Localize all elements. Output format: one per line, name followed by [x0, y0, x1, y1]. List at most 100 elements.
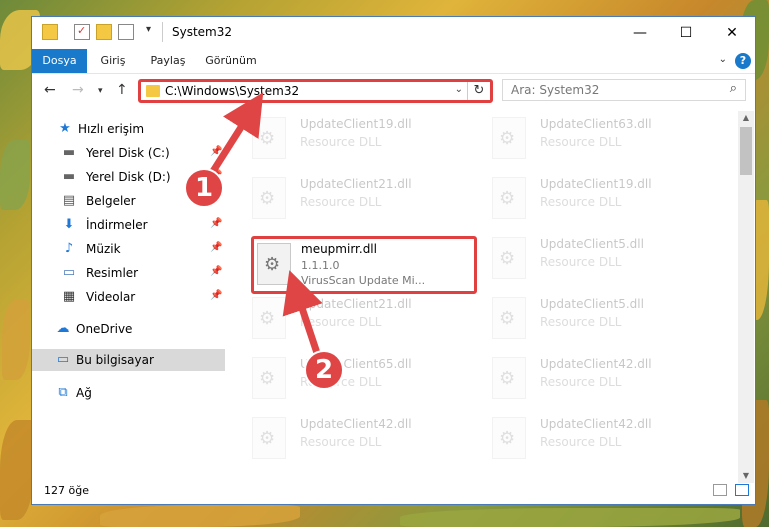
sidebar-item-label: Resimler: [86, 266, 139, 280]
pin-icon[interactable]: 📌: [210, 266, 222, 277]
pin-icon[interactable]: 📌: [210, 242, 222, 253]
scroll-up-icon[interactable]: ▲: [738, 111, 754, 125]
help-icon[interactable]: ?: [735, 53, 751, 69]
music-icon: ♪: [64, 241, 74, 256]
file-name: UpdateClient42.dll: [540, 357, 652, 371]
address-bar[interactable]: C:\Windows\System32 ⌄ ↻: [138, 79, 493, 103]
file-item[interactable]: ⚙ UpdateClient42.dll Resource DLL: [492, 415, 712, 465]
file-name: UpdateClient19.dll: [540, 177, 652, 191]
maximize-button[interactable]: ☐: [663, 17, 709, 49]
back-arrow-icon[interactable]: ←: [44, 82, 56, 98]
cloud-icon: ☁: [56, 321, 70, 336]
file-name: UpdateClient19.dll: [300, 117, 412, 131]
file-name: meupmirr.dll: [301, 242, 377, 256]
file-description: Resource DLL: [300, 195, 382, 209]
quick-access-dropdown-icon[interactable]: ▾: [146, 24, 151, 35]
sidebar-item-network[interactable]: ⧉ Ağ: [32, 382, 225, 404]
file-version: 1.1.1.0: [301, 259, 340, 272]
item-count: 127 öğe: [44, 484, 89, 497]
file-description: Resource DLL: [300, 315, 382, 329]
file-item[interactable]: ⚙ UpdateClient65.dll Resource DLL: [252, 355, 472, 405]
sidebar-item-music[interactable]: ♪ Müzik 📌: [32, 238, 225, 260]
sidebar-item-pictures[interactable]: ▭ Resimler 📌: [32, 262, 225, 284]
dll-file-icon: ⚙: [492, 237, 526, 279]
forward-arrow-icon[interactable]: →: [72, 82, 84, 98]
sidebar-item-label: Videolar: [86, 290, 136, 304]
folder-icon: [42, 24, 58, 40]
sidebar-item-label: Belgeler: [86, 194, 136, 208]
large-icons-view-icon[interactable]: [735, 484, 749, 496]
explorer-window: ✓ ▾ System32 — ☐ ✕ Dosya Giriş Paylaş Gö…: [31, 16, 756, 505]
tab-home[interactable]: Giriş: [90, 49, 136, 73]
file-item[interactable]: ⚙ UpdateClient5.dll Resource DLL: [492, 235, 712, 285]
close-button[interactable]: ✕: [709, 17, 755, 49]
sidebar-item-downloads[interactable]: ⬇ İndirmeler 📌: [32, 214, 225, 236]
title-divider: [162, 22, 163, 42]
pin-icon[interactable]: 📌: [210, 290, 222, 301]
sidebar-item-videos[interactable]: ▦ Videolar 📌: [32, 286, 225, 308]
sidebar-item-this-pc[interactable]: ▭ Bu bilgisayar: [32, 349, 225, 371]
file-item[interactable]: ⚙ UpdateClient5.dll Resource DLL: [492, 295, 712, 345]
details-view-icon[interactable]: [713, 484, 727, 496]
properties-icon[interactable]: ✓: [74, 24, 90, 40]
file-item[interactable]: ⚙ UpdateClient21.dll Resource DLL: [252, 295, 472, 345]
refresh-icon[interactable]: ↻: [467, 82, 490, 100]
tab-share[interactable]: Paylaş: [142, 49, 194, 73]
recent-locations-icon[interactable]: ▾: [98, 86, 103, 96]
sidebar-item-label: Müzik: [86, 242, 121, 256]
file-description: Resource DLL: [540, 315, 622, 329]
scrollbar-thumb[interactable]: [740, 127, 752, 175]
sidebar-item-label: İndirmeler: [86, 218, 148, 232]
highlighted-file-item[interactable]: ⚙ meupmirr.dll 1.1.1.0 VirusScan Update …: [251, 236, 477, 294]
ribbon-expand-icon[interactable]: ⌄: [719, 54, 727, 65]
file-name: UpdateClient21.dll: [300, 297, 412, 311]
tab-file[interactable]: Dosya: [32, 49, 87, 73]
file-description: Resource DLL: [540, 255, 622, 269]
file-item[interactable]: ⚙ UpdateClient63.dll Resource DLL: [492, 115, 712, 165]
sidebar-item-label: Yerel Disk (C:): [86, 146, 170, 160]
computer-icon: ▭: [56, 352, 70, 367]
file-item[interactable]: ⚙ UpdateClient21.dll Resource DLL: [252, 175, 472, 225]
sidebar-item-local-disk-c[interactable]: ▬ Yerel Disk (C:) 📌: [32, 142, 225, 164]
file-description: VirusScan Update Mi...: [301, 274, 426, 287]
file-item[interactable]: ⚙ UpdateClient42.dll Resource DLL: [492, 355, 712, 405]
sidebar-item-onedrive[interactable]: ☁ OneDrive: [32, 318, 225, 340]
dll-file-icon: ⚙: [252, 417, 286, 459]
new-folder-icon[interactable]: [96, 24, 112, 40]
dll-file-icon: ⚙: [492, 417, 526, 459]
sidebar-item-quick-access[interactable]: ★ Hızlı erişim: [32, 118, 225, 140]
sidebar-item-label: Bu bilgisayar: [76, 353, 154, 367]
up-arrow-icon[interactable]: ↑: [116, 82, 128, 98]
ribbon-tabs: Dosya Giriş Paylaş Görünüm ⌄ ?: [32, 49, 755, 74]
file-description: Resource DLL: [540, 375, 622, 389]
search-input[interactable]: Ara: System32 ⌕: [502, 79, 746, 101]
address-dropdown-icon[interactable]: ⌄: [455, 84, 463, 95]
navigation-pane: ★ Hızlı erişim ▬ Yerel Disk (C:) 📌 ▬ Yer…: [32, 111, 225, 471]
download-icon: ⬇: [63, 217, 75, 232]
dll-file-icon: ⚙: [492, 297, 526, 339]
dll-file-icon: ⚙: [252, 357, 286, 399]
file-description: Resource DLL: [540, 435, 622, 449]
title-bar: ✓ ▾ System32 — ☐ ✕: [32, 17, 755, 49]
minimize-button[interactable]: —: [617, 17, 663, 49]
file-name: UpdateClient63.dll: [540, 117, 652, 131]
step-2-badge: 2: [304, 350, 344, 390]
tab-view[interactable]: Görünüm: [200, 49, 262, 73]
address-path[interactable]: C:\Windows\System32: [165, 84, 299, 98]
sidebar-item-label: OneDrive: [76, 322, 133, 336]
customize-toolbar-icon[interactable]: [118, 24, 134, 40]
file-item[interactable]: ⚙ UpdateClient42.dll Resource DLL: [252, 415, 472, 465]
file-item[interactable]: ⚙ UpdateClient19.dll Resource DLL: [492, 175, 712, 225]
pictures-icon: ▭: [62, 265, 76, 280]
vertical-scrollbar[interactable]: ▲ ▼: [738, 111, 754, 483]
file-item[interactable]: ⚙ UpdateClient19.dll Resource DLL: [252, 115, 472, 165]
file-description: Resource DLL: [300, 435, 382, 449]
file-name: UpdateClient42.dll: [540, 417, 652, 431]
pin-icon[interactable]: 📌: [210, 218, 222, 229]
search-icon[interactable]: ⌕: [730, 81, 737, 96]
dll-file-icon: ⚙: [252, 117, 286, 159]
pin-icon[interactable]: 📌: [210, 146, 222, 157]
file-name: UpdateClient5.dll: [540, 237, 644, 251]
file-description: Resource DLL: [540, 135, 622, 149]
dll-file-icon: ⚙: [252, 177, 286, 219]
